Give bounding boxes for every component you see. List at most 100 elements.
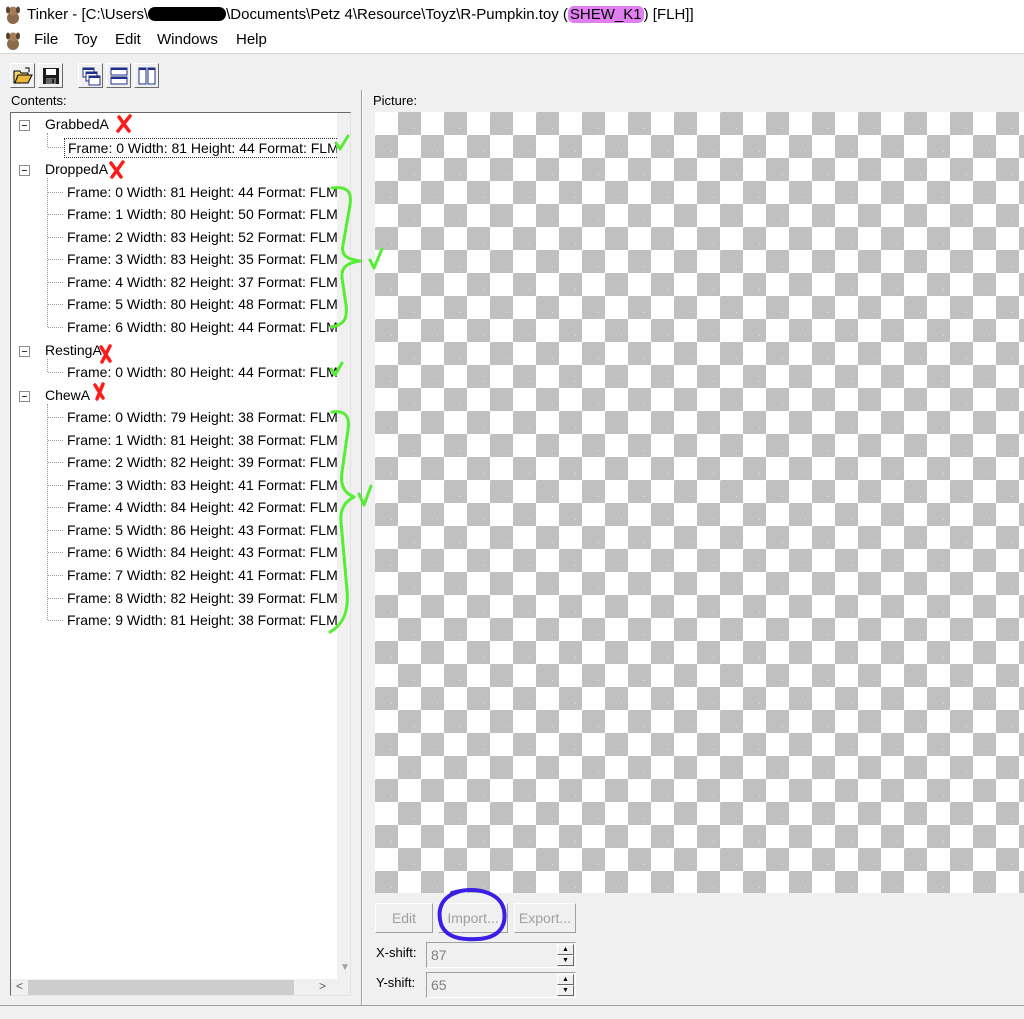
xshift-value[interactable]: 87 bbox=[431, 947, 447, 963]
contents-tree[interactable]: GrabbedA Frame: 0 Width: 81 Height: 44 Fo… bbox=[10, 112, 351, 996]
menu-help[interactable]: Help bbox=[233, 31, 270, 48]
scroll-right-arrow-icon[interactable]: > bbox=[319, 979, 326, 993]
yshift-value[interactable]: 65 bbox=[431, 977, 447, 993]
tree-connector-line bbox=[47, 403, 48, 621]
tree-frame-item[interactable]: Frame: 3 Width: 83 Height: 41 Format: FL… bbox=[64, 476, 341, 494]
cascade-icon bbox=[82, 67, 101, 86]
tree-connector-line bbox=[48, 281, 63, 283]
tree-connector-line bbox=[48, 507, 63, 509]
cascade-button[interactable] bbox=[78, 63, 103, 88]
window-title: Tinker - [C:\Users\ \Documents\Petz 4\Res… bbox=[27, 6, 694, 23]
scroll-left-arrow-icon[interactable]: < bbox=[16, 979, 23, 993]
tree-connector-line bbox=[48, 462, 63, 464]
redacted-username bbox=[148, 7, 227, 21]
tree-connector-line bbox=[48, 552, 63, 554]
tree-node-droppeda[interactable]: DroppedA bbox=[45, 160, 108, 178]
export-button[interactable]: Export... bbox=[514, 903, 576, 933]
tree-frame-item[interactable]: Frame: 6 Width: 84 Height: 43 Format: FL… bbox=[64, 543, 341, 561]
tree-expander-minus-icon[interactable] bbox=[19, 345, 30, 357]
tile-horizontal-icon bbox=[110, 67, 128, 85]
tree-connector-line bbox=[48, 484, 63, 486]
tree-expander-minus-icon[interactable] bbox=[19, 390, 30, 402]
tree-connector-line bbox=[48, 417, 63, 419]
xshift-down-arrow-icon[interactable]: ▼ bbox=[557, 955, 574, 966]
toolbar bbox=[0, 53, 1024, 90]
tree-connector-line bbox=[48, 259, 63, 261]
tree-connector-line bbox=[48, 214, 63, 216]
picture-label: Picture: bbox=[373, 93, 418, 108]
window-title-prefix: Tinker - [C:\Users\ bbox=[27, 6, 149, 23]
tree-frame-item[interactable]: Frame: 5 Width: 80 Height: 48 Format: FL… bbox=[64, 295, 341, 313]
tree-connector-line bbox=[47, 133, 48, 147]
open-icon bbox=[13, 67, 33, 84]
window-title-suffix: ) [FLH]] bbox=[643, 6, 694, 23]
tile-vertical-icon bbox=[138, 67, 156, 85]
tree-connector-line bbox=[48, 326, 63, 328]
tree-frame-item[interactable]: Frame: 3 Width: 83 Height: 35 Format: FL… bbox=[64, 250, 341, 268]
tree-frame-item[interactable]: Frame: 2 Width: 82 Height: 39 Format: FL… bbox=[64, 453, 341, 471]
tile-vertical-button[interactable] bbox=[134, 63, 159, 88]
pane-splitter[interactable] bbox=[361, 90, 363, 1005]
menu-bar: File Toy Edit Windows Help bbox=[0, 30, 1024, 52]
save-icon bbox=[43, 68, 59, 84]
horizontal-scroll-thumb[interactable] bbox=[28, 980, 294, 995]
scroll-down-arrow-icon[interactable]: ▼ bbox=[340, 962, 350, 973]
tree-frame-item[interactable]: Frame: 0 Width: 79 Height: 38 Format: FL… bbox=[64, 408, 341, 426]
tree-node-chewa[interactable]: ChewA bbox=[45, 386, 90, 404]
status-bar bbox=[0, 1005, 1024, 1019]
tree-frame-item[interactable]: Frame: 7 Width: 82 Height: 41 Format: FL… bbox=[64, 566, 341, 584]
tree-node-grabbeda[interactable]: GrabbedA bbox=[45, 115, 109, 133]
dog-app-icon bbox=[6, 6, 20, 24]
tree-connector-line bbox=[48, 191, 63, 193]
title-bar: Tinker - [C:\Users\ \Documents\Petz 4\Res… bbox=[0, 0, 1024, 30]
tree-connector-line bbox=[48, 304, 63, 306]
horizontal-scrollbar[interactable]: < > bbox=[11, 979, 350, 995]
tree-frame-item[interactable]: Frame: 2 Width: 83 Height: 52 Format: FL… bbox=[64, 228, 341, 246]
import-button[interactable]: Import... bbox=[438, 903, 508, 933]
xshift-label: X-shift: bbox=[376, 945, 417, 960]
yshift-label: Y-shift: bbox=[376, 975, 416, 990]
window-title-highlight: SHEW_K1 bbox=[567, 6, 644, 23]
tree-frame-item[interactable]: Frame: 1 Width: 80 Height: 50 Format: FL… bbox=[64, 205, 341, 223]
tree-connector-line bbox=[47, 358, 48, 373]
tree-connector-line bbox=[48, 597, 63, 599]
window-title-path: \Documents\Petz 4\Resource\Toyz\R-Pumpki… bbox=[226, 6, 568, 23]
menu-edit[interactable]: Edit bbox=[112, 31, 144, 48]
tree-connector-line bbox=[48, 575, 63, 576]
dog-document-icon[interactable] bbox=[4, 31, 22, 51]
tree-frame-item[interactable]: Frame: 0 Width: 80 Height: 44 Format: FL… bbox=[64, 363, 341, 381]
tree-node-restinga[interactable]: RestingA bbox=[45, 341, 102, 359]
edit-button[interactable]: Edit bbox=[375, 903, 433, 933]
tree-connector-line bbox=[48, 620, 63, 622]
tree-frame-item[interactable]: Frame: 6 Width: 80 Height: 44 Format: FL… bbox=[64, 318, 341, 336]
yshift-down-arrow-icon[interactable]: ▼ bbox=[557, 985, 574, 996]
vertical-scrollbar[interactable]: ▼ bbox=[337, 113, 350, 979]
tree-frame-item[interactable]: Frame: 9 Width: 81 Height: 38 Format: FL… bbox=[64, 611, 341, 629]
open-button[interactable] bbox=[10, 63, 35, 88]
tree-expander-minus-icon[interactable] bbox=[19, 165, 30, 177]
xshift-up-arrow-icon[interactable]: ▲ bbox=[557, 944, 574, 955]
tree-frame-item[interactable]: Frame: 0 Width: 81 Height: 44 Format: FL… bbox=[64, 183, 341, 201]
tree-connector-line bbox=[48, 372, 63, 374]
menu-file[interactable]: File bbox=[31, 31, 61, 48]
tree-connector-line bbox=[48, 529, 63, 531]
tree-frame-item[interactable]: Frame: 5 Width: 86 Height: 43 Format: FL… bbox=[64, 521, 341, 539]
tree-frame-item[interactable]: Frame: 1 Width: 81 Height: 38 Format: FL… bbox=[64, 431, 341, 449]
contents-label: Contents: bbox=[11, 93, 67, 108]
tree-frame-item[interactable]: Frame: 4 Width: 84 Height: 42 Format: FL… bbox=[64, 498, 341, 516]
save-button[interactable] bbox=[38, 63, 63, 88]
yshift-spinbox[interactable]: 65 ▲ ▼ bbox=[426, 972, 576, 998]
tree-frame-item[interactable]: Frame: 0 Width: 81 Height: 44 Format: FL… bbox=[64, 137, 343, 158]
tile-horizontal-button[interactable] bbox=[106, 63, 131, 88]
picture-preview bbox=[375, 112, 1024, 893]
yshift-up-arrow-icon[interactable]: ▲ bbox=[557, 974, 574, 985]
tree-connector-line bbox=[48, 236, 63, 238]
tree-frame-item[interactable]: Frame: 8 Width: 82 Height: 39 Format: FL… bbox=[64, 589, 341, 607]
tree-connector-line bbox=[48, 146, 63, 148]
tree-expander-minus-icon[interactable] bbox=[19, 120, 30, 131]
tree-connector-line bbox=[48, 439, 63, 441]
menu-windows[interactable]: Windows bbox=[154, 31, 221, 48]
tree-frame-item[interactable]: Frame: 4 Width: 82 Height: 37 Format: FL… bbox=[64, 273, 341, 291]
xshift-spinbox[interactable]: 87 ▲ ▼ bbox=[426, 942, 576, 968]
menu-toy[interactable]: Toy bbox=[71, 31, 100, 48]
